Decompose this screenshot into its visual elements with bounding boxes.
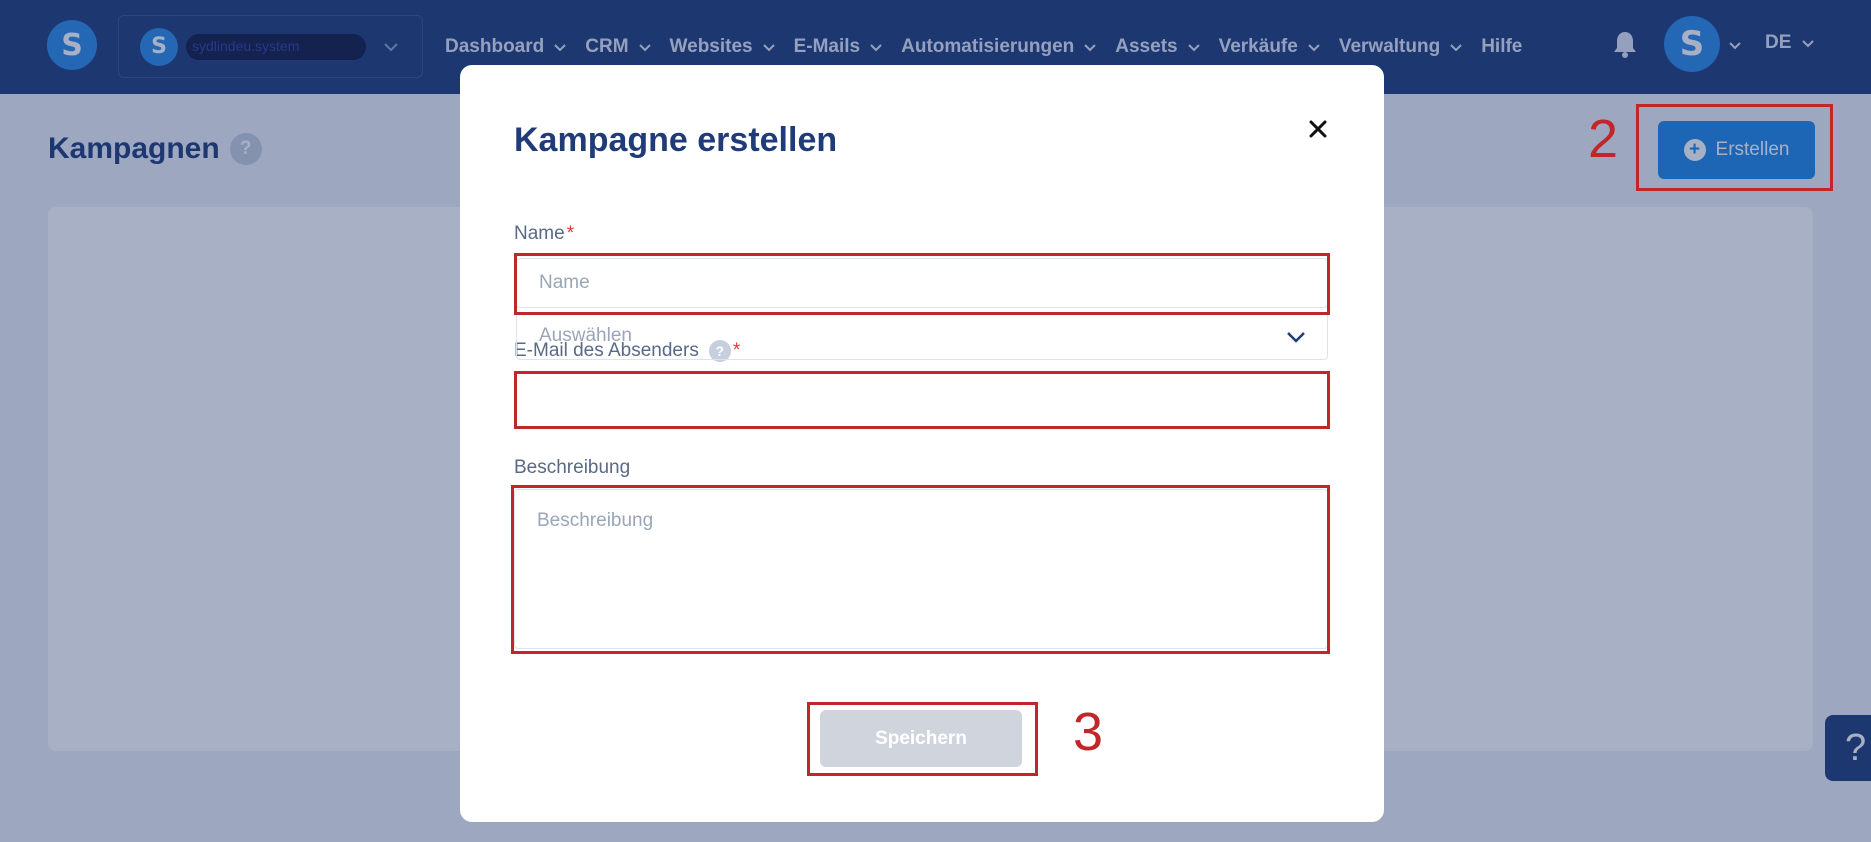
annotation-box-create: [1636, 104, 1833, 191]
sender-email-select-value: Auswählen: [539, 325, 632, 346]
description-label: Beschreibung: [514, 457, 630, 479]
name-label: Name *: [514, 223, 574, 245]
description-label-text: Beschreibung: [514, 457, 631, 478]
sender-email-select[interactable]: Auswählen: [516, 312, 1328, 360]
annotation-box-sender-email: [514, 371, 1330, 429]
annotation-step-3: 3: [1073, 702, 1104, 762]
annotation-box-description: [511, 485, 1330, 654]
annotation-box-name: [514, 253, 1330, 315]
name-label-text: Name: [514, 223, 565, 244]
annotation-box-save: [807, 702, 1038, 776]
annotation-step-2: 2: [1588, 109, 1619, 169]
required-marker: *: [566, 223, 575, 244]
modal-title: Kampagne erstellen: [514, 121, 838, 159]
close-icon[interactable]: [1306, 117, 1330, 141]
chevron-down-icon: [1287, 332, 1305, 343]
